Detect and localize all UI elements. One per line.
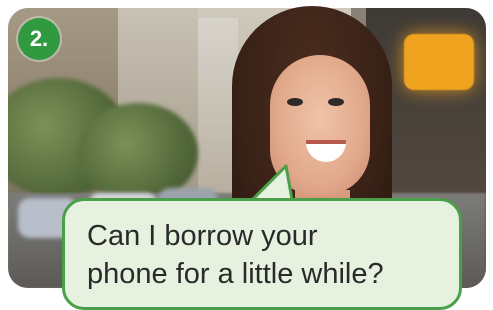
traffic-signal <box>404 34 474 90</box>
speech-line-1: Can I borrow your <box>87 220 318 252</box>
speech-bubble: Can I borrow your phone for a little whi… <box>62 198 462 310</box>
woman-eye-right <box>328 98 344 106</box>
woman-eye-left <box>287 98 303 106</box>
speech-bubble-text: Can I borrow your phone for a little whi… <box>87 217 457 293</box>
step-number-badge: 2. <box>18 18 60 60</box>
speech-line-2: phone for a little while? <box>87 258 384 290</box>
